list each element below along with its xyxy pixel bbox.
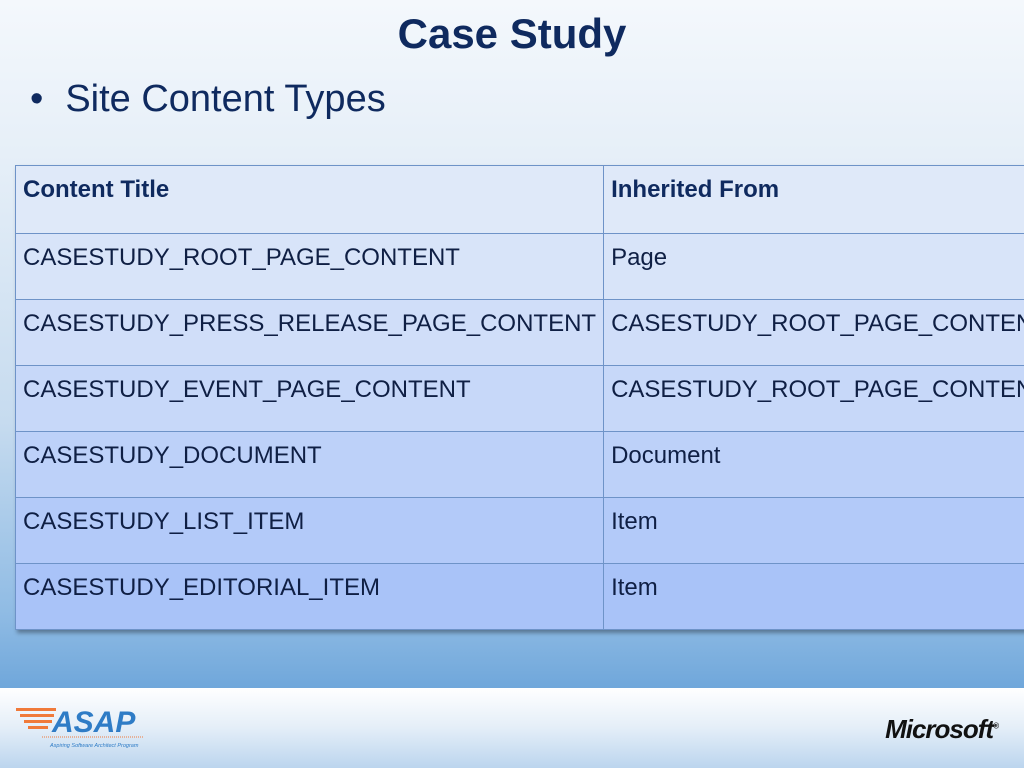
bullet-item: • Site Content Types [30, 78, 386, 121]
asap-logo: ASAP Aspiring Software Architect Program [16, 706, 144, 749]
cell-inherited-from: Document [603, 431, 1024, 498]
cell-content-title: CASESTUDY_EVENT_PAGE_CONTENT [14, 365, 605, 432]
table-row: CASESTUDY_DOCUMENT Document [14, 431, 1024, 498]
bullet-icon: • [30, 78, 44, 120]
svg-text:Aspiring Software Architect Pr: Aspiring Software Architect Program [49, 743, 139, 749]
content-types-table: Content Title Inherited From CASESTUDY_R… [14, 165, 1024, 630]
footer-band [0, 688, 1024, 768]
header-content-title: Content Title [14, 165, 605, 234]
header-inherited-from: Inherited From [603, 165, 1024, 234]
table-row: CASESTUDY_EVENT_PAGE_CONTENT CASESTUDY_RO… [14, 365, 1024, 432]
cell-content-title: CASESTUDY_LIST_ITEM [14, 497, 605, 564]
cell-inherited-from: Page [603, 233, 1024, 300]
table-row: CASESTUDY_LIST_ITEM Item [14, 497, 1024, 564]
bullet-text: Site Content Types [65, 78, 386, 120]
svg-text:ASAP: ASAP [51, 706, 136, 739]
cell-content-title: CASESTUDY_EDITORIAL_ITEM [14, 563, 605, 630]
table-row: CASESTUDY_ROOT_PAGE_CONTENT Page [14, 233, 1024, 300]
table-row: CASESTUDY_EDITORIAL_ITEM Item [14, 563, 1024, 630]
cell-content-title: CASESTUDY_PRESS_RELEASE_PAGE_CONTENT [14, 299, 605, 366]
cell-content-title: CASESTUDY_DOCUMENT [14, 431, 605, 498]
table-header-row: Content Title Inherited From [14, 165, 1024, 234]
cell-inherited-from: CASESTUDY_ROOT_PAGE_CONTENT [603, 299, 1024, 366]
cell-inherited-from: Item [603, 497, 1024, 564]
slide-title: Case Study [397, 10, 627, 57]
cell-inherited-from: Item [603, 563, 1024, 630]
microsoft-logo: Microsoft® [885, 714, 999, 744]
table-row: CASESTUDY_PRESS_RELEASE_PAGE_CONTENT CASE… [14, 299, 1024, 366]
cell-content-title: CASESTUDY_ROOT_PAGE_CONTENT [14, 233, 605, 300]
cell-inherited-from: CASESTUDY_ROOT_PAGE_CONTENT [603, 365, 1024, 432]
